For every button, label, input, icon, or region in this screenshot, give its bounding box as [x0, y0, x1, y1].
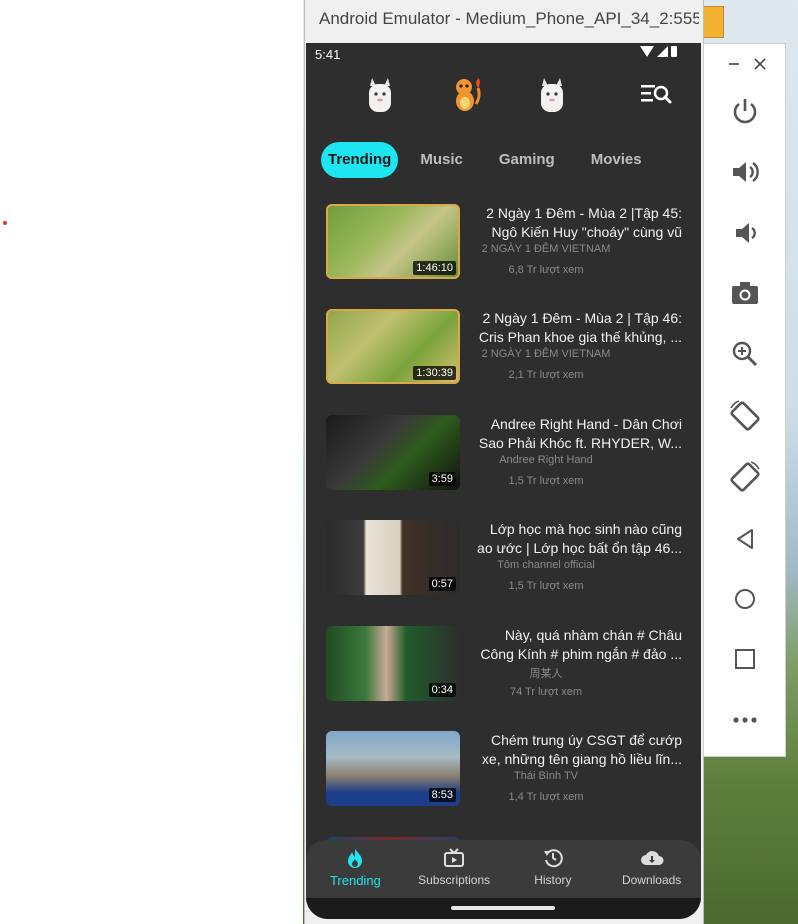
video-views: 2,1 Tr lượt xem	[508, 369, 584, 381]
screenshot-button[interactable]	[704, 276, 785, 310]
video-thumbnail: 1:30:39	[326, 309, 460, 384]
status-time: 5:41	[315, 47, 341, 62]
power-button[interactable]	[704, 94, 785, 128]
nav-label: Subscriptions	[418, 873, 491, 887]
video-channel: 周某人	[529, 668, 563, 680]
video-item[interactable]: 0:34 Này, quá nhàm chán # Châu Công Kính…	[306, 623, 701, 723]
window-controls-icon	[728, 58, 766, 70]
video-duration: 1:46:10	[413, 261, 456, 275]
overview-button[interactable]	[704, 642, 785, 676]
video-title: Chém trung úy CSGT để cướp xe, những tên…	[481, 732, 682, 767]
rotate-right-icon	[729, 461, 760, 492]
rotate-left-icon	[729, 400, 760, 431]
back-icon	[736, 529, 753, 549]
video-channel: 2 NGÀY 1 ĐÊM VIETNAM	[481, 243, 611, 255]
video-thumbnail: 1:46:10	[326, 204, 460, 279]
video-views: 1,4 Tr lượt xem	[508, 791, 584, 803]
window-title: Android Emulator - Medium_Phone_API_34_2…	[319, 9, 699, 28]
volume-up-button[interactable]	[704, 155, 785, 189]
video-title: 2 Ngày 1 Đêm - Mùa 2 | Tập 46: Cris Phan…	[478, 310, 682, 345]
video-duration: 1:30:39	[413, 366, 456, 380]
nav-trending[interactable]: Trending	[306, 840, 405, 898]
phone-screen: 5:41 Trending Music Gaming Movies 1:46:1…	[306, 43, 701, 919]
nav-subscriptions[interactable]: Subscriptions	[405, 840, 504, 898]
cat-mascot-icon-2	[541, 78, 563, 112]
video-thumbnail: 3:59	[326, 415, 460, 490]
video-title: Lớp học mà học sinh nào cũng ao ước | Lớ…	[477, 521, 682, 556]
video-channel: Tôm channel official	[497, 559, 595, 571]
emulator-toolbar	[703, 43, 786, 757]
subscriptions-tv-icon	[444, 848, 465, 867]
camera-icon	[731, 282, 758, 304]
video-views: 1,5 Tr lượt xem	[508, 475, 584, 487]
video-thumbnail: 0:57	[326, 520, 460, 595]
flame-icon	[348, 849, 363, 868]
video-title: Này, quá nhàm chán # Châu Công Kính # ph…	[480, 627, 682, 662]
zoom-button[interactable]	[704, 337, 785, 371]
video-views: 6,8 Tr lượt xem	[508, 264, 584, 276]
volume-down-icon	[735, 223, 756, 243]
more-icon	[732, 717, 757, 723]
volume-down-button[interactable]	[704, 216, 785, 250]
video-views: 1,5 Tr lượt xem	[508, 580, 584, 592]
overview-icon	[734, 649, 755, 669]
history-icon	[543, 849, 563, 868]
nav-downloads[interactable]: Downloads	[602, 840, 701, 898]
video-title: 2 Ngày 1 Đêm - Mùa 2 |Tập 45: Ngô Kiến H…	[486, 205, 682, 240]
volume-up-icon	[732, 162, 759, 182]
toolbar-window-controls	[704, 54, 785, 74]
video-views: 74 Tr lượt xem	[509, 686, 583, 698]
app-header	[306, 71, 701, 121]
power-icon	[733, 99, 756, 124]
nav-label: Downloads	[621, 873, 682, 887]
video-duration: 3:59	[428, 472, 456, 486]
video-item[interactable]: 3:59 Andree Right Hand - Dân Chơi Sao Ph…	[306, 412, 701, 512]
category-tabs: Trending Music Gaming Movies	[321, 142, 664, 178]
tab-music[interactable]: Music	[406, 142, 477, 178]
video-title: Andree Right Hand - Dân Chơi Sao Phải Kh…	[478, 416, 682, 451]
video-channel: Thái Bình TV	[514, 770, 578, 782]
rotate-left-button[interactable]	[704, 398, 785, 434]
video-duration: 0:34	[428, 683, 456, 697]
home-indicator[interactable]	[451, 906, 555, 910]
tab-movies[interactable]: Movies	[577, 142, 656, 178]
video-item[interactable]: 1:46:10 2 Ngày 1 Đêm - Mùa 2 |Tập 45: Ng…	[306, 201, 701, 301]
tab-trending[interactable]: Trending	[321, 142, 399, 178]
more-button[interactable]	[704, 706, 785, 734]
search-filter-icon[interactable]	[640, 83, 672, 107]
video-thumbnail: 8:53	[326, 731, 460, 806]
video-item[interactable]: 1:30:39 2 Ngày 1 Đêm - Mùa 2 | Tập 46: C…	[306, 306, 701, 406]
back-button[interactable]	[704, 522, 785, 556]
red-dot-marker	[3, 221, 7, 225]
nav-label: Trending	[329, 873, 381, 888]
nav-history[interactable]: History	[504, 840, 603, 898]
bottom-navigation: Trending Subscriptions History Downloads	[306, 840, 701, 898]
video-channel: 2 NGÀY 1 ĐÊM VIETNAM	[481, 348, 611, 360]
home-icon	[734, 589, 755, 609]
home-button[interactable]	[704, 582, 785, 616]
video-channel: Andree Right Hand	[499, 454, 593, 466]
zoom-icon	[732, 341, 757, 367]
video-item[interactable]: 8:53 Chém trung úy CSGT để cướp xe, nhữn…	[306, 728, 701, 828]
battery-icon	[671, 46, 677, 57]
signal-icon	[657, 46, 668, 57]
rotate-right-button[interactable]	[704, 459, 785, 495]
wifi-icon	[640, 46, 654, 57]
cloud-download-icon	[640, 851, 664, 865]
video-duration: 8:53	[428, 788, 456, 802]
tab-gaming[interactable]: Gaming	[485, 142, 569, 178]
charmander-mascot-icon	[456, 78, 481, 111]
nav-label: History	[534, 873, 572, 887]
cat-mascot-icon	[369, 78, 391, 112]
video-duration: 0:57	[428, 577, 456, 591]
status-icons	[640, 46, 677, 57]
status-bar: 5:41	[306, 43, 701, 67]
video-item[interactable]: 0:57 Lớp học mà học sinh nào cũng ao ước…	[306, 517, 701, 617]
gesture-bar	[306, 898, 701, 919]
video-thumbnail: 0:34	[326, 626, 460, 701]
